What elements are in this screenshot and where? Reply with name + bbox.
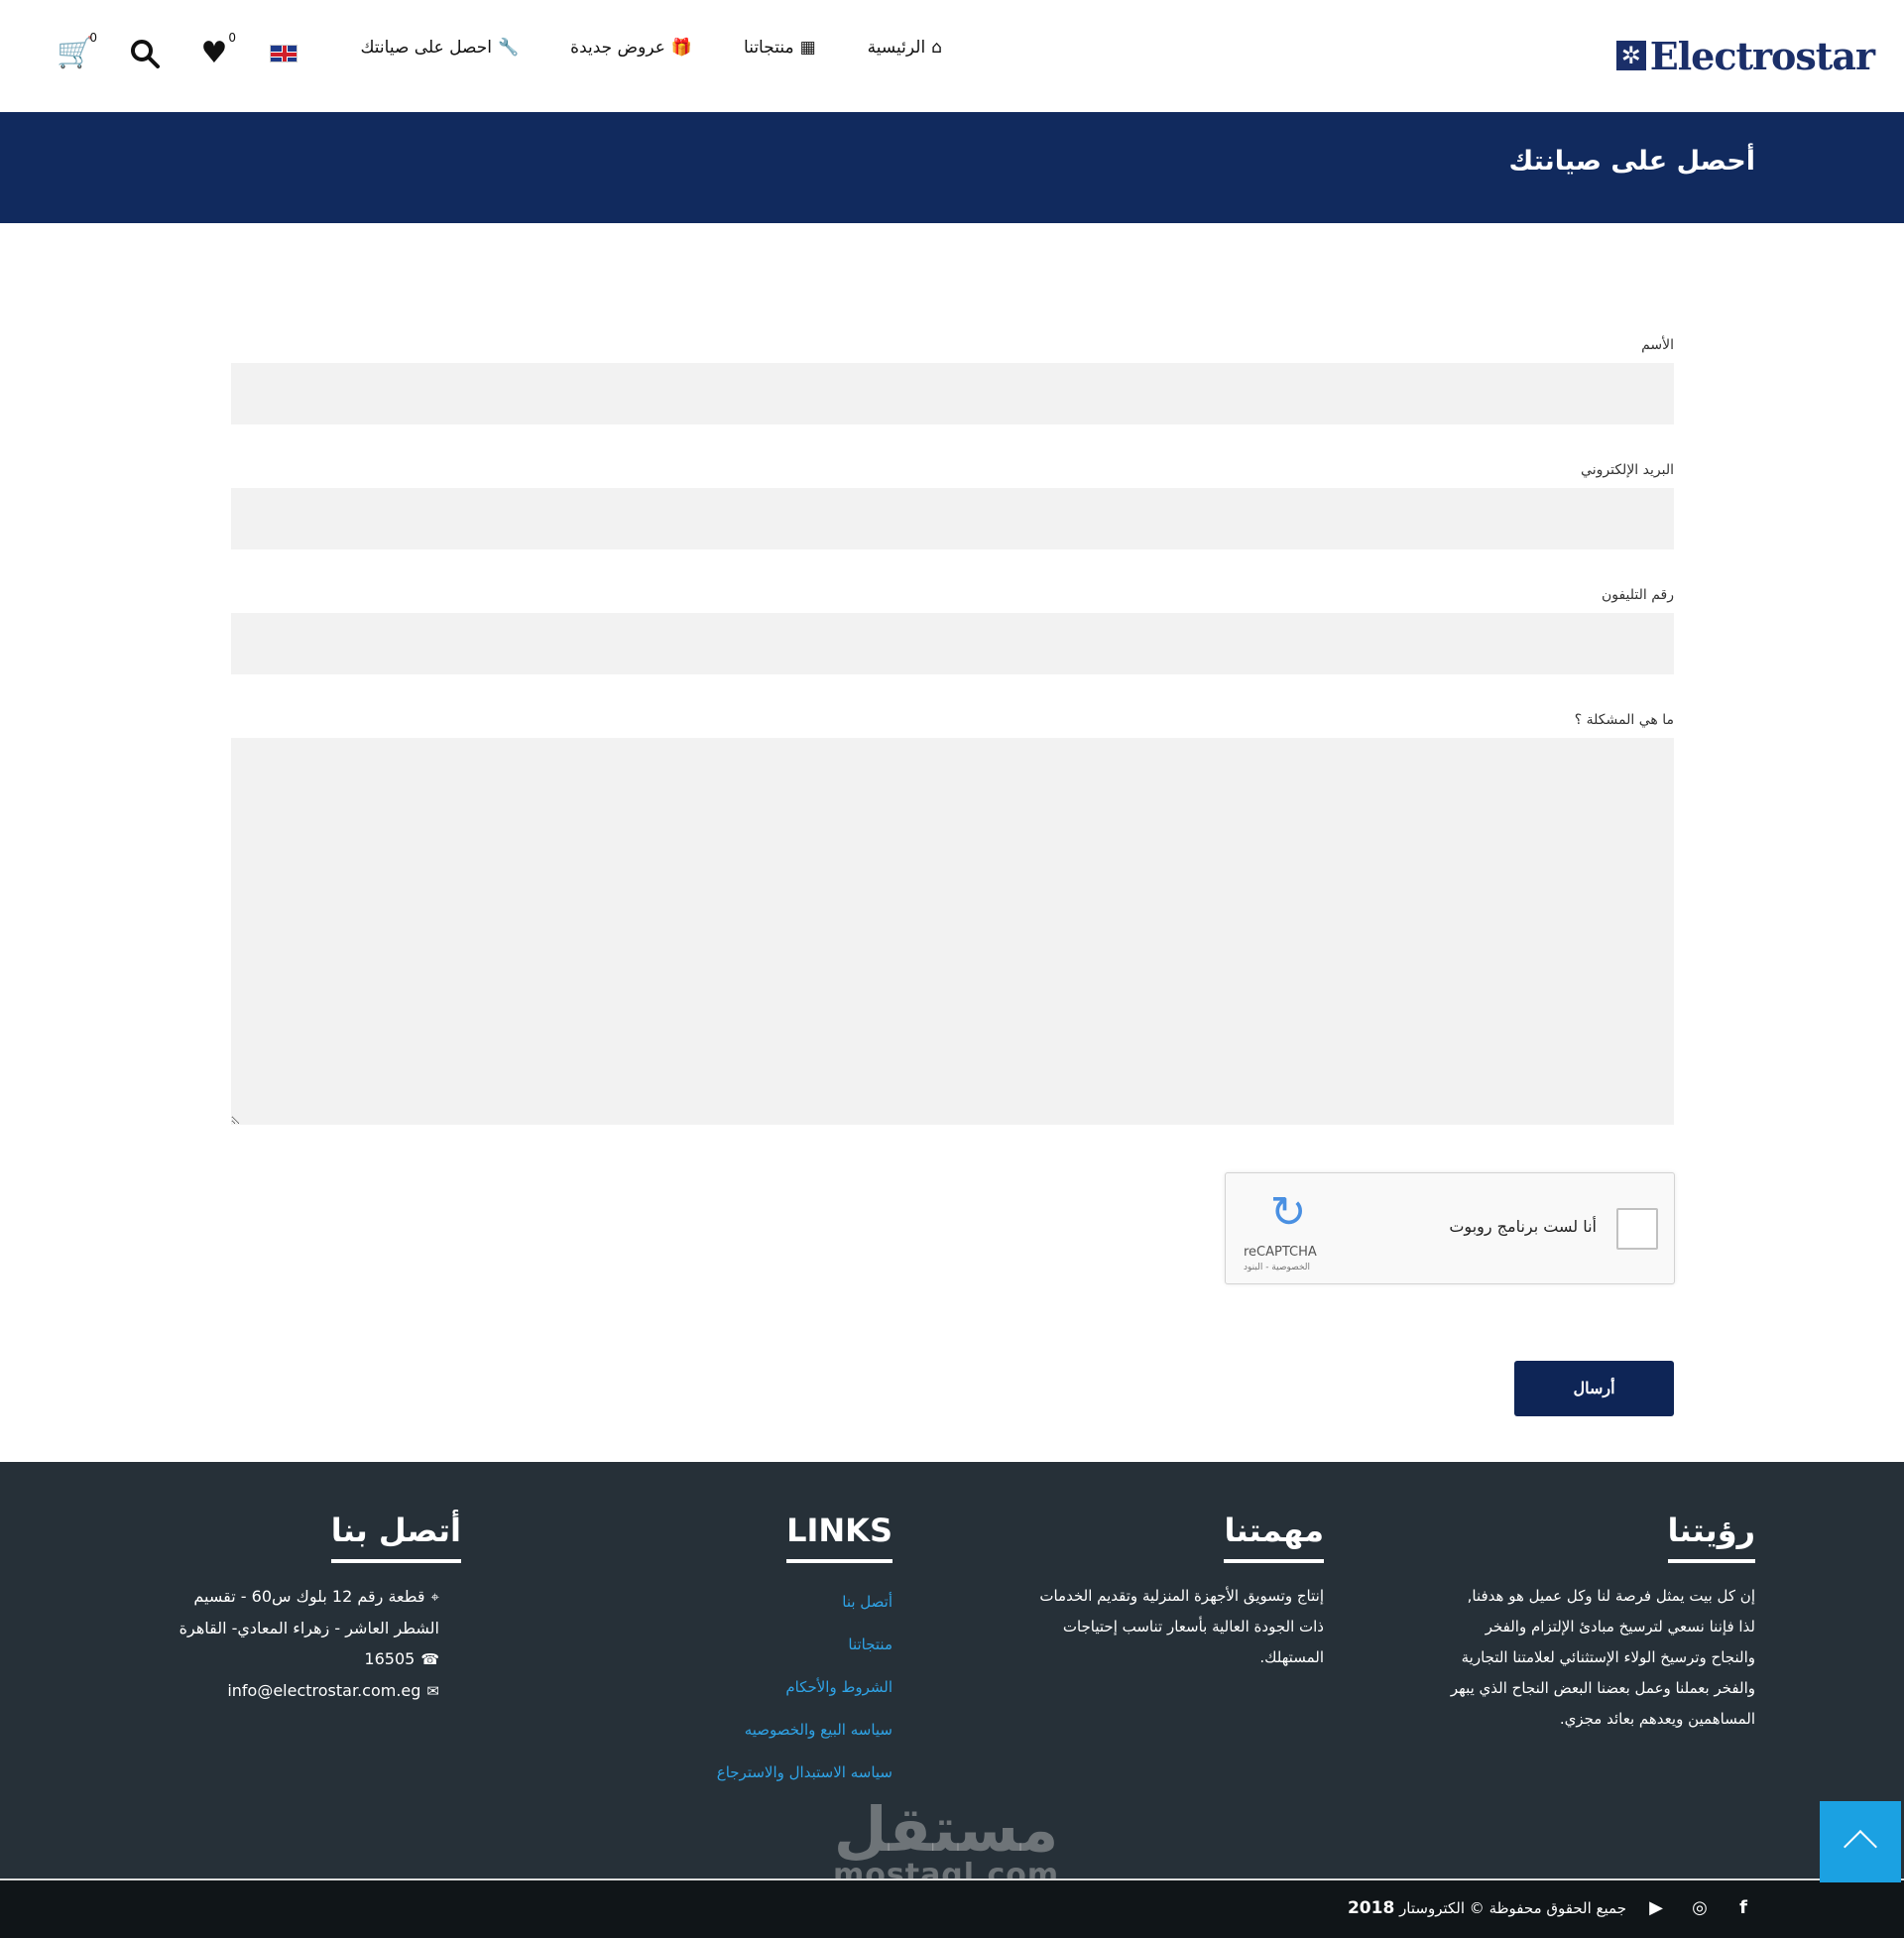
logo-text: Electrostar bbox=[1649, 33, 1875, 78]
copyright-text: جميع الحقوق محفوظة © الكتروستار bbox=[1399, 1899, 1626, 1917]
phone-label: رقم التليفون bbox=[1601, 587, 1674, 603]
scroll-to-top-button[interactable] bbox=[1820, 1801, 1901, 1882]
vision-text: إن كل بيت يمثل فرصة لنا وكل عميل هو هدفن… bbox=[1450, 1587, 1755, 1728]
contact-title: أتصل بنا bbox=[330, 1512, 461, 1563]
mission-title: مهمتنا bbox=[1224, 1512, 1324, 1563]
footer-link-contact[interactable]: أتصل بنا bbox=[694, 1581, 892, 1624]
phone-input[interactable] bbox=[231, 613, 1674, 674]
page-banner: أحصل على صيانتك bbox=[0, 112, 1904, 223]
wishlist-button[interactable]: ♥ 0 bbox=[196, 32, 236, 71]
nav-item-home[interactable]: ⌂ الرئيسية bbox=[868, 38, 942, 58]
home-icon: ⌂ bbox=[931, 37, 942, 58]
site-footer: رؤيتنا إن كل بيت يمثل فرصة لنا وكل عميل … bbox=[0, 1462, 1904, 1890]
recaptcha-label: أنا لست برنامج روبوت bbox=[1449, 1217, 1597, 1236]
recaptcha-checkbox[interactable] bbox=[1616, 1208, 1658, 1250]
footer-link-terms[interactable]: الشروط والأحكام bbox=[694, 1666, 892, 1709]
youtube-icon[interactable]: ▶ bbox=[1644, 1897, 1668, 1918]
copyright: جميع الحقوق محفوظة © الكتروستار 2018 bbox=[1348, 1898, 1626, 1918]
envelope-icon: ✉ bbox=[426, 1682, 439, 1700]
footer-contact: أتصل بنا ⌖قطعة رقم 12 بلوك س60 - تقسيم ا… bbox=[144, 1512, 461, 1707]
email-label: البريد الإلكتروني bbox=[1581, 462, 1674, 478]
facebook-icon[interactable]: f bbox=[1731, 1897, 1755, 1918]
cart-count: 0 bbox=[89, 31, 97, 45]
name-label: الأسم bbox=[1641, 337, 1674, 353]
problem-label: ما هي المشكلة ؟ bbox=[1574, 712, 1674, 728]
search-icon bbox=[131, 40, 160, 68]
maintenance-form: الأسم البريد الإلكتروني رقم التليفون ما … bbox=[231, 337, 1675, 1416]
page-title: أحصل على صيانتك bbox=[1508, 146, 1755, 177]
links-title: LINKS bbox=[786, 1512, 892, 1563]
problem-textarea[interactable] bbox=[231, 738, 1674, 1125]
footer-link-privacy[interactable]: سياسه البيع والخصوصيه bbox=[694, 1709, 892, 1752]
uk-flag-icon bbox=[270, 45, 298, 62]
name-input[interactable] bbox=[231, 363, 1674, 424]
recaptcha-brand: reCAPTCHA bbox=[1244, 1245, 1317, 1260]
nav-label: عروض جديدة bbox=[570, 38, 665, 58]
recaptcha-widget: أنا لست برنامج روبوت ↻ reCAPTCHA الخصوصي… bbox=[1225, 1172, 1675, 1284]
nav-label: الرئيسية bbox=[867, 38, 926, 58]
email-input[interactable] bbox=[231, 488, 1674, 549]
heart-icon: ♥ bbox=[200, 36, 228, 70]
language-switch[interactable] bbox=[266, 36, 301, 71]
footer-bottom-bar: f ◎ ▶ جميع الحقوق محفوظة © الكتروستار 20… bbox=[0, 1878, 1904, 1938]
main-nav: ⌂ الرئيسية ▦ منتجاتنا 🎁 عروض جديدة 🔧 احص… bbox=[360, 38, 942, 58]
nav-item-offers[interactable]: 🎁 عروض جديدة bbox=[570, 38, 692, 58]
footer-links: LINKS أتصل بنا منتجاتنا الشروط والأحكام … bbox=[694, 1512, 892, 1794]
social-links: f ◎ ▶ bbox=[1644, 1897, 1755, 1918]
mission-text: إنتاج وتسويق الأجهزة المنزلية وتقديم الخ… bbox=[1039, 1587, 1324, 1666]
site-header: Electrostar ⌂ الرئيسية ▦ منتجاتنا 🎁 عروض… bbox=[0, 0, 1904, 112]
vision-title: رؤيتنا bbox=[1667, 1512, 1755, 1563]
copyright-year: 2018 bbox=[1347, 1898, 1395, 1918]
footer-link-returns[interactable]: سياسه الاستبدال والاسترجاع bbox=[694, 1752, 892, 1794]
phone-line: ☎16505 bbox=[144, 1643, 461, 1675]
nav-item-maintenance[interactable]: 🔧 احصل على صيانتك bbox=[360, 38, 519, 58]
star-icon bbox=[1615, 41, 1646, 70]
instagram-icon[interactable]: ◎ bbox=[1688, 1897, 1712, 1918]
submit-button[interactable]: أرسال bbox=[1514, 1361, 1674, 1416]
nav-item-products[interactable]: ▦ منتجاتنا bbox=[744, 38, 816, 58]
address-text: قطعة رقم 12 بلوك س60 - تقسيم الشطر العاش… bbox=[178, 1587, 439, 1637]
nav-label: منتجاتنا bbox=[744, 38, 794, 58]
electrostar-logo[interactable]: Electrostar bbox=[1615, 32, 1875, 79]
recaptcha-terms-link[interactable]: الخصوصية - البنود bbox=[1244, 1263, 1310, 1272]
wishlist-count: 0 bbox=[228, 31, 236, 45]
wrench-icon: 🔧 bbox=[497, 37, 520, 58]
footer-link-products[interactable]: منتجاتنا bbox=[694, 1624, 892, 1666]
phone-text: 16505 bbox=[364, 1649, 416, 1668]
search-button[interactable] bbox=[127, 36, 163, 71]
grid-icon: ▦ bbox=[799, 37, 816, 58]
recaptcha-icon: ↻ bbox=[1269, 1187, 1307, 1238]
nav-label: احصل على صيانتك bbox=[360, 38, 492, 58]
address-line: ⌖قطعة رقم 12 بلوك س60 - تقسيم الشطر العا… bbox=[144, 1581, 461, 1643]
phone-icon: ☎ bbox=[420, 1650, 439, 1668]
map-pin-icon: ⌖ bbox=[430, 1588, 439, 1606]
footer-mission: مهمتنا إنتاج وتسويق الأجهزة المنزلية وتق… bbox=[1016, 1512, 1324, 1673]
gift-icon: 🎁 bbox=[670, 37, 693, 58]
footer-vision: رؤيتنا إن كل بيت يمثل فرصة لنا وكل عميل … bbox=[1448, 1512, 1755, 1735]
watermark-arabic: مستقل bbox=[833, 1793, 1059, 1866]
header-tools: 🛒 0 ♥ 0 bbox=[57, 32, 301, 71]
cart-button[interactable]: 🛒 0 bbox=[57, 32, 97, 71]
cart-icon: 🛒 bbox=[57, 36, 94, 70]
email-line: ✉ info@electrostar.com.eg bbox=[144, 1675, 461, 1707]
mostaql-watermark: مستقل mostaql.com bbox=[833, 1799, 1059, 1890]
email-text[interactable]: info@electrostar.com.eg bbox=[227, 1681, 420, 1700]
